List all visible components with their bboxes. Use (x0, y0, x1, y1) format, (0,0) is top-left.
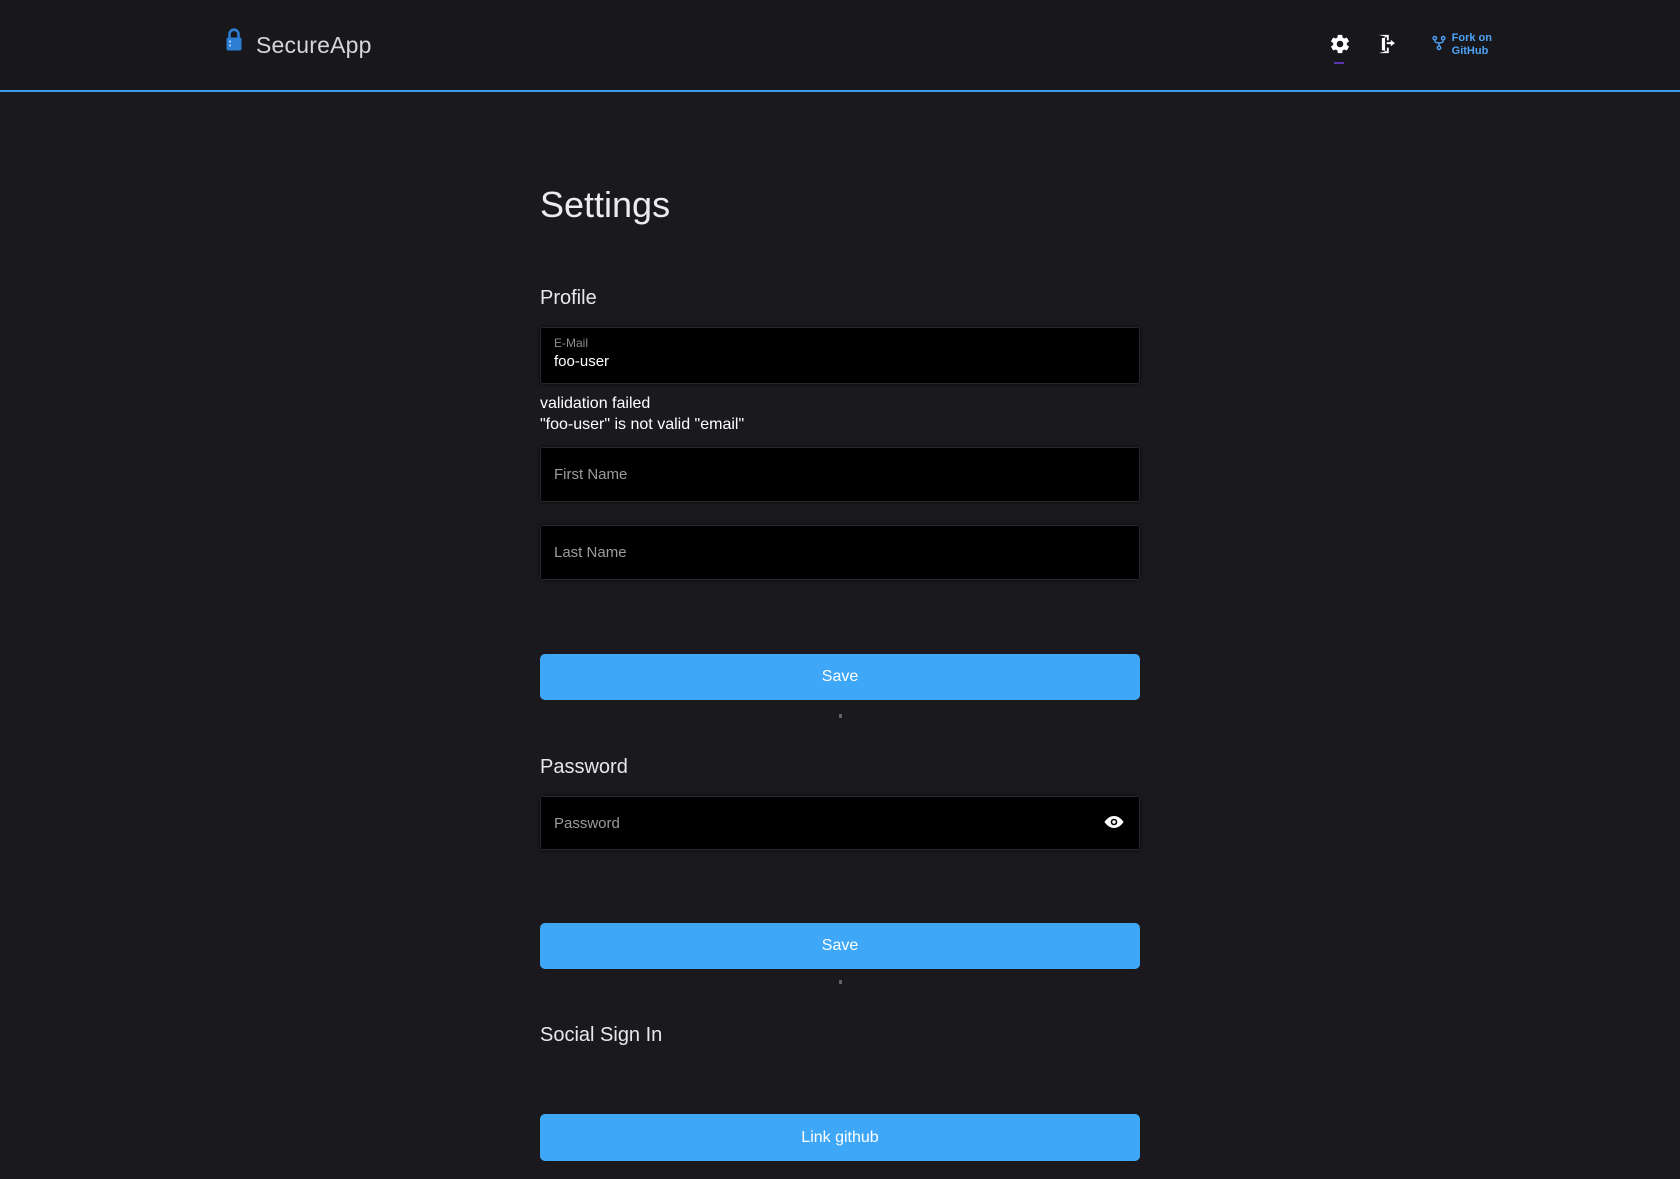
app-brand: SecureApp (222, 32, 372, 59)
gear-active-indicator (1334, 62, 1344, 64)
git-fork-icon (1431, 34, 1447, 57)
fork-link-label: Fork on GitHub (1452, 32, 1492, 58)
gear-icon (1329, 33, 1351, 58)
validation-error-line1: validation failed (540, 393, 1140, 414)
social-section-title: Social Sign In (540, 1024, 1140, 1047)
password-field-wrapper (540, 796, 1140, 850)
validation-error: validation failed "foo-user" is not vali… (540, 393, 1140, 435)
app-header: SecureApp (0, 0, 1680, 92)
fork-on-github-link[interactable]: Fork on GitHub (1431, 32, 1492, 58)
toggle-password-visibility-button[interactable] (1103, 812, 1125, 834)
save-password-button[interactable]: Save (540, 923, 1140, 969)
loading-dot (839, 980, 842, 984)
app-title: SecureApp (256, 32, 372, 59)
header-actions: Fork on GitHub (1327, 32, 1492, 58)
lock-icon (222, 33, 246, 58)
page-title: Settings (540, 184, 1140, 226)
validation-error-line2: "foo-user" is not valid "email" (540, 414, 1140, 435)
email-field-value: foo-user (554, 353, 1126, 370)
first-name-input[interactable] (540, 447, 1140, 502)
profile-section-title: Profile (540, 287, 1140, 310)
eye-icon (1103, 811, 1125, 836)
logout-button[interactable] (1373, 32, 1399, 58)
email-field[interactable]: E-Mail foo-user (540, 327, 1140, 384)
link-github-button[interactable]: Link github (540, 1114, 1140, 1161)
password-section-title: Password (540, 756, 1140, 779)
settings-page: Settings Profile E-Mail foo-user validat… (540, 184, 1140, 1161)
settings-button[interactable] (1327, 32, 1353, 58)
save-profile-button[interactable]: Save (540, 654, 1140, 700)
password-input[interactable] (540, 796, 1140, 850)
logout-icon (1375, 33, 1397, 58)
loading-dot (839, 714, 842, 718)
last-name-input[interactable] (540, 525, 1140, 580)
email-field-label: E-Mail (554, 336, 1126, 350)
